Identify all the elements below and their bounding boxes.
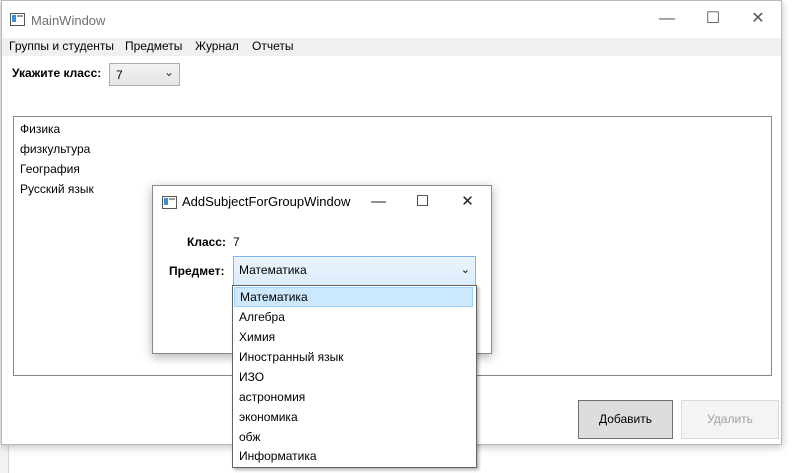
dialog-title: AddSubjectForGroupWindow [182,194,351,209]
list-item[interactable]: физкультура [20,142,90,156]
minimize-button[interactable]: — [644,1,690,37]
menu-reports[interactable]: Отчеты [252,39,293,53]
dropdown-option[interactable]: ИЗО [234,367,473,387]
menu-groups-students[interactable]: Группы и студенты [9,39,114,53]
list-item[interactable]: Физика [20,122,60,136]
list-item[interactable]: Русский язык [20,182,94,196]
subject-combobox-value: Математика [239,263,307,277]
add-button[interactable]: Добавить [578,400,673,439]
dialog-minimize-button[interactable]: — [356,186,401,217]
dialog-maximize-button[interactable]: ☐ [400,186,445,217]
dropdown-option[interactable]: Химия [234,327,473,347]
menu-journal[interactable]: Журнал [195,39,239,53]
dropdown-option[interactable]: Алгебра [234,307,473,327]
chevron-down-icon: ⌄ [163,65,174,79]
dropdown-option[interactable]: Иностранный язык [234,347,473,367]
dropdown-option[interactable]: экономика [234,407,473,427]
dropdown-option[interactable]: Математика [234,287,473,307]
dialog-subject-label: Предмет: [169,264,225,278]
class-label: Укажите класс: [12,66,102,80]
maximize-button[interactable]: ☐ [690,1,736,37]
dropdown-option[interactable]: Информатика [234,446,473,466]
main-window-title: MainWindow [31,13,106,28]
chevron-down-icon: ⌄ [460,264,470,276]
subject-combobox[interactable]: Математика ⌄ [233,256,476,286]
subject-dropdown-list: Математика Алгебра Химия Иностранный язы… [232,285,477,468]
delete-button[interactable]: Удалить [681,400,779,439]
main-titlebar: MainWindow — ☐ ✕ [2,1,781,37]
dropdown-option[interactable]: обж [234,427,473,447]
list-item[interactable]: География [20,162,80,176]
menu-subjects[interactable]: Предметы [125,39,182,53]
window-icon [162,196,177,209]
close-button[interactable]: ✕ [735,1,781,37]
window-icon [10,13,25,26]
dialog-class-value: 7 [233,235,240,249]
menu-bar: Группы и студенты Предметы Журнал Отчеты [2,38,781,56]
dialog-close-button[interactable]: ✕ [445,186,490,217]
class-combobox-value: 7 [116,68,123,82]
dropdown-option[interactable]: астрономия [234,387,473,407]
dialog-class-label: Класс: [187,235,226,249]
class-combobox[interactable]: 7 ⌄ [109,63,180,86]
